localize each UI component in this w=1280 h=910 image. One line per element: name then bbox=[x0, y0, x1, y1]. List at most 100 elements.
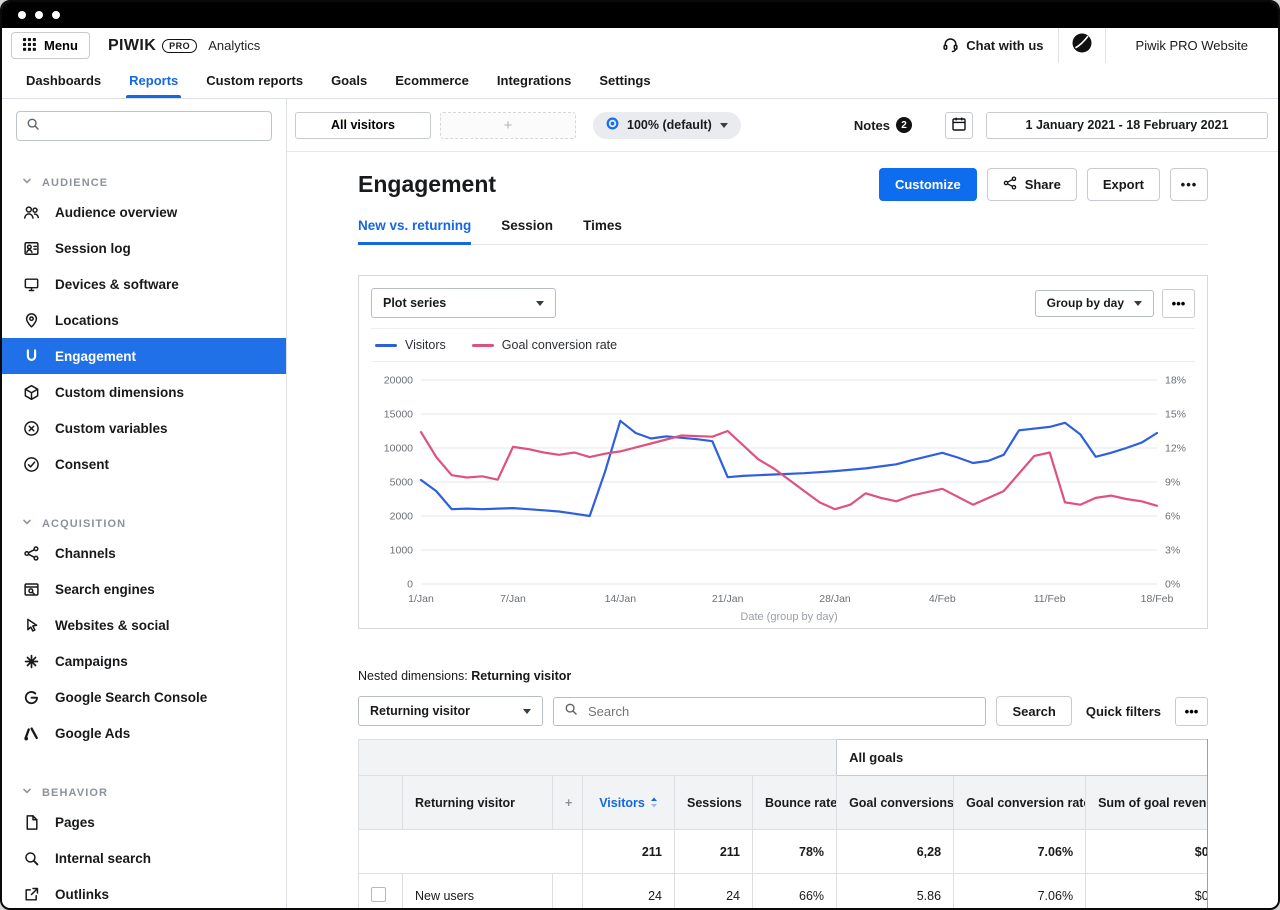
table-search-input[interactable] bbox=[586, 703, 975, 720]
sidebar-item-websites-social[interactable]: Websites & social bbox=[2, 607, 286, 643]
window-minimize-button[interactable] bbox=[35, 11, 43, 19]
sampling-selector[interactable]: 100% (default) bbox=[593, 112, 741, 139]
tab-ecommerce[interactable]: Ecommerce bbox=[381, 63, 483, 98]
sidebar-item-session-log[interactable]: Session log bbox=[2, 230, 286, 266]
notes-label: Notes bbox=[854, 118, 890, 133]
sidebar-section-audience[interactable]: AUDIENCE bbox=[2, 171, 286, 194]
col-sessions[interactable]: Sessions bbox=[675, 776, 753, 830]
data-table: All goals Returning visitor+VisitorsSessi… bbox=[358, 739, 1208, 908]
sidebar-search[interactable] bbox=[16, 111, 272, 141]
table-more-button[interactable]: ••• bbox=[1175, 697, 1208, 726]
sidebar-item-pages[interactable]: Pages bbox=[2, 804, 286, 840]
tab-settings[interactable]: Settings bbox=[585, 63, 664, 98]
sidebar-item-audience-overview[interactable]: Audience overview bbox=[2, 194, 286, 230]
svg-text:1000: 1000 bbox=[390, 545, 414, 557]
legend-swatch bbox=[472, 344, 494, 347]
group-header-spacer bbox=[359, 740, 837, 776]
main-toolbar: All visitors + 100% (default) Notes 2 1 … bbox=[287, 99, 1278, 152]
share-button[interactable]: Share bbox=[987, 168, 1077, 201]
tab-goals[interactable]: Goals bbox=[317, 63, 381, 98]
window-close-button[interactable] bbox=[18, 11, 26, 19]
sidebar-item-locations[interactable]: Locations bbox=[2, 302, 286, 338]
sidebar-item-google-search-console[interactable]: Google Search Console bbox=[2, 679, 286, 715]
dimension-select[interactable]: Returning visitor bbox=[358, 696, 543, 726]
svg-text:11/Feb: 11/Feb bbox=[1034, 593, 1066, 605]
report-sub-tabs: New vs. returning Session Times bbox=[358, 218, 1208, 245]
sidebar-search-input[interactable] bbox=[47, 118, 262, 135]
calendar-button[interactable] bbox=[945, 112, 973, 139]
tab-integrations[interactable]: Integrations bbox=[483, 63, 585, 98]
chart-more-button[interactable]: ••• bbox=[1162, 289, 1195, 318]
sidebar-section-behavior[interactable]: BEHAVIOR bbox=[2, 781, 286, 804]
legend-item-goal-conversion-rate[interactable]: Goal conversion rate bbox=[472, 338, 617, 352]
col-goal-conversions[interactable]: Goal conversions bbox=[837, 776, 954, 830]
nav-tabs: DashboardsReportsCustom reportsGoalsEcom… bbox=[2, 63, 1278, 99]
svg-text:15000: 15000 bbox=[384, 409, 413, 421]
channels-icon bbox=[22, 545, 41, 562]
share-icon bbox=[1003, 176, 1017, 193]
table-search[interactable] bbox=[553, 697, 986, 726]
sidebar-item-devices-software[interactable]: Devices & software bbox=[2, 266, 286, 302]
svg-text:3%: 3% bbox=[1165, 545, 1180, 557]
sidebar-item-channels[interactable]: Channels bbox=[2, 535, 286, 571]
sampling-radio-icon bbox=[606, 117, 619, 133]
page-title: Engagement bbox=[358, 171, 496, 198]
col-visitors[interactable]: Visitors bbox=[583, 776, 675, 830]
plot-series-select[interactable]: Plot series bbox=[371, 288, 556, 318]
sidebar-section-acquisition[interactable]: ACQUISITION bbox=[2, 512, 286, 535]
sidebar-item-consent[interactable]: Consent bbox=[2, 446, 286, 482]
sidebar-item-custom-variables[interactable]: Custom variables bbox=[2, 410, 286, 446]
legend-item-visitors[interactable]: Visitors bbox=[375, 338, 446, 352]
group-by-select[interactable]: Group by day bbox=[1035, 290, 1154, 317]
window-titlebar bbox=[2, 2, 1278, 28]
google-ads-icon bbox=[22, 725, 41, 742]
totals-goal-conversion-rate: 7.06% bbox=[954, 830, 1086, 874]
sidebar-item-internal-search[interactable]: Internal search bbox=[2, 840, 286, 876]
sidebar-item-campaigns[interactable]: Campaigns bbox=[2, 643, 286, 679]
row-checkbox[interactable] bbox=[371, 887, 386, 902]
globe-icon bbox=[1071, 32, 1093, 59]
tab-dashboards[interactable]: Dashboards bbox=[12, 63, 115, 98]
search-button[interactable]: Search bbox=[996, 696, 1071, 726]
svg-text:4/Feb: 4/Feb bbox=[929, 593, 956, 605]
date-range-picker[interactable]: 1 January 2021 - 18 February 2021 bbox=[986, 112, 1268, 139]
sub-tab-times[interactable]: Times bbox=[583, 218, 622, 244]
sidebar-item-custom-dimensions[interactable]: Custom dimensions bbox=[2, 374, 286, 410]
sidebar-item-engagement[interactable]: Engagement bbox=[2, 338, 286, 374]
sub-tab-new-vs-returning[interactable]: New vs. returning bbox=[358, 218, 471, 244]
chat-label: Chat with us bbox=[966, 38, 1043, 53]
svg-text:1/Jan: 1/Jan bbox=[408, 593, 434, 605]
col-returning-visitor[interactable]: Returning visitor bbox=[403, 776, 553, 830]
sub-tab-session[interactable]: Session bbox=[501, 218, 553, 244]
report-more-button[interactable]: ••• bbox=[1170, 168, 1208, 201]
sidebar-item-search-engines[interactable]: Search engines bbox=[2, 571, 286, 607]
tab-custom-reports[interactable]: Custom reports bbox=[192, 63, 317, 98]
language-globe-button[interactable] bbox=[1059, 32, 1105, 59]
quick-filters-button[interactable]: Quick filters bbox=[1082, 704, 1165, 719]
chat-with-us-button[interactable]: Chat with us bbox=[928, 36, 1057, 56]
piwik-pro-website-link[interactable]: Piwik PRO Website bbox=[1106, 38, 1278, 53]
col-goal-conversion-rate[interactable]: Goal conversion rate bbox=[954, 776, 1086, 830]
segment-all-visitors-button[interactable]: All visitors bbox=[295, 112, 431, 139]
sidebar-item-outlinks[interactable]: Outlinks bbox=[2, 876, 286, 908]
row-label[interactable]: New users bbox=[403, 874, 553, 909]
piwik-pro-logo[interactable]: PIWIK PRO Analytics bbox=[108, 37, 260, 55]
export-button[interactable]: Export bbox=[1087, 168, 1160, 201]
window-zoom-button[interactable] bbox=[52, 11, 60, 19]
sidebar-item-google-ads[interactable]: Google Ads bbox=[2, 715, 286, 751]
all-goals-selector[interactable]: All goals bbox=[837, 740, 1208, 776]
add-column-button[interactable]: + bbox=[553, 776, 583, 830]
engagement-icon bbox=[22, 348, 41, 365]
share-button-label: Share bbox=[1025, 177, 1061, 192]
dimension-select-label: Returning visitor bbox=[370, 704, 470, 718]
menu-button[interactable]: Menu bbox=[11, 32, 90, 59]
add-segment-button[interactable]: + bbox=[440, 112, 576, 139]
pages-icon bbox=[22, 814, 41, 831]
notes-button[interactable]: Notes 2 bbox=[854, 117, 912, 133]
col-bounce-rate[interactable]: Bounce rate bbox=[753, 776, 837, 830]
customize-button[interactable]: Customize bbox=[879, 168, 977, 201]
chevron-down-icon bbox=[523, 709, 531, 714]
col-sum-of-goal-revenue[interactable]: Sum of goal revenue bbox=[1086, 776, 1208, 830]
tab-reports[interactable]: Reports bbox=[115, 63, 192, 98]
totals-bounce-rate: 78% bbox=[753, 830, 837, 874]
